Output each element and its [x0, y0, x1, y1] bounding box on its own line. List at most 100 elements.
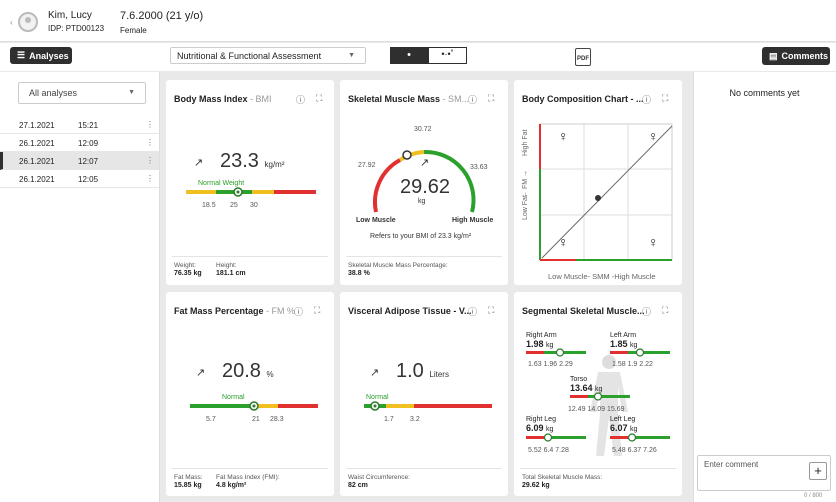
tick-label: 3.2 — [410, 416, 420, 423]
left-leg-value: 6.07 kg — [610, 423, 638, 433]
segmental-card: Segmental Skeletal Muscle... ⓘ ⛶ Right A… — [514, 292, 682, 496]
smm-percentage-info: Skeletal Muscle Mass Percentage: 38.8 % — [348, 262, 448, 277]
row-time: 12:05 — [78, 175, 99, 184]
analyses-button[interactable]: ☰ Analyses — [10, 47, 72, 64]
list-item[interactable]: 26.1.2021 12:05 ⋮ — [0, 170, 159, 188]
right-arm-gauge — [526, 348, 586, 357]
card-title: Body Composition Chart - ... — [522, 94, 644, 104]
bmi-value: 23.3 kg/m² — [220, 150, 285, 172]
tick-label: 18.5 — [202, 202, 216, 209]
left-arm-gauge — [610, 348, 670, 357]
low-muscle-label: Low Muscle — [356, 217, 396, 224]
body-composition-card: Body Composition Chart - ... ⓘ ⛶ ♀ ♀ ♀ ♀… — [514, 80, 682, 285]
patient-name: Kim, Lucy — [48, 10, 92, 21]
high-muscle-label: High Muscle — [452, 217, 494, 224]
waist-info: Waist Circumference: 82 cm — [348, 474, 410, 489]
weight-info: Weight: 76.35 kg — [174, 262, 202, 277]
info-icon[interactable]: ⓘ — [642, 305, 651, 318]
chevron-left-icon[interactable]: ‹ — [10, 18, 13, 27]
right-arm-ticks: 1.63 1.96 2.29 — [528, 361, 573, 368]
expand-icon[interactable]: ⛶ — [662, 305, 668, 316]
person-icon: ♀ — [648, 234, 659, 250]
tick-label: 1.7 — [384, 416, 394, 423]
expand-icon[interactable]: ⛶ — [316, 93, 322, 104]
chevron-down-icon: ▼ — [128, 89, 135, 96]
bmi-card: Body Mass Index - BMI ⓘ ⛶ ↗ 23.3 kg/m² N… — [166, 80, 334, 285]
height-info: Height: 181.1 cm — [216, 262, 246, 277]
total-smm-info: Total Skeletal Muscle Mass: 29.62 kg — [522, 474, 603, 489]
info-icon[interactable]: ⓘ — [468, 305, 477, 318]
comments-label: Comments — [781, 51, 829, 61]
info-icon[interactable]: ⓘ — [296, 93, 305, 106]
comments-button[interactable]: ▤ Comments — [762, 47, 830, 65]
expand-icon[interactable]: ⛶ — [488, 305, 494, 316]
fat-value: 20.8 % — [222, 360, 274, 382]
expand-icon[interactable]: ⛶ — [662, 93, 668, 104]
left-leg-label: Left Leg — [610, 416, 636, 423]
info-icon[interactable]: ⓘ — [642, 93, 651, 106]
row-date: 26.1.2021 — [19, 157, 55, 166]
smm-note: Refers to your BMI of 23.3 kg/m² — [370, 233, 472, 240]
trend-arrow-icon: ↗ — [194, 157, 204, 169]
list-item[interactable]: 26.1.2021 12:09 ⋮ — [0, 134, 159, 152]
view-toggle-trend[interactable]: •·•˚ — [428, 47, 467, 64]
y-high-label: High Fat — [522, 129, 529, 156]
add-comment-button[interactable]: + — [809, 462, 827, 480]
card-title: Fat Mass Percentage - FM % — [174, 306, 296, 316]
y-low-label: Low Fat — [522, 195, 529, 220]
fmi-info: Fat Mass Index (FMI): 4.8 kg/m² — [216, 474, 280, 489]
left-arm-label: Left Arm — [610, 332, 637, 339]
expand-icon[interactable]: ⛶ — [488, 93, 494, 104]
person-icon: ♀ — [558, 128, 569, 144]
trend-arrow-icon: ↗ — [196, 367, 206, 379]
fat-mass-info: Fat Mass: 15.85 kg — [174, 474, 203, 489]
list-item[interactable]: 27.1.2021 15:21 ⋮ — [0, 116, 159, 134]
smm-card: Skeletal Muscle Mass - SM... ⓘ ⛶ 30.72 2… — [340, 80, 508, 285]
list-item-selected[interactable]: 26.1.2021 12:07 ⋮ — [0, 152, 159, 170]
analyses-filter-select[interactable]: All analyses ▼ — [18, 82, 146, 104]
tick-label: 5.7 — [206, 416, 216, 423]
assessment-select[interactable]: Nutritional & Functional Assessment ▼ — [170, 47, 366, 64]
view-toggle-single[interactable]: • — [390, 47, 428, 64]
patient-sex: Female — [120, 26, 147, 35]
more-icon[interactable]: ⋮ — [146, 120, 154, 129]
smm-right-label: 33.63 — [470, 164, 488, 171]
right-leg-label: Right Leg — [526, 416, 556, 423]
smm-value: 29.62 — [400, 176, 451, 198]
no-comments-text: No comments yet — [729, 88, 800, 98]
more-icon[interactable]: ⋮ — [146, 174, 154, 183]
row-time: 12:09 — [78, 139, 99, 148]
card-title: Segmental Skeletal Muscle... — [522, 306, 645, 316]
row-date: 26.1.2021 — [19, 175, 55, 184]
chevron-down-icon: ▼ — [348, 52, 355, 59]
info-icon[interactable]: ⓘ — [294, 305, 303, 318]
smm-top-label: 30.72 — [414, 126, 432, 133]
trend-arrow-icon: ↗ — [370, 367, 380, 379]
info-icon[interactable]: ⓘ — [468, 93, 477, 106]
comments-panel — [693, 72, 836, 502]
row-time: 12:07 — [78, 157, 99, 166]
pdf-icon[interactable]: PDF — [575, 48, 591, 66]
tick-label: 28.3 — [270, 416, 284, 423]
expand-icon[interactable]: ⛶ — [314, 305, 320, 316]
person-icon: ♀ — [558, 234, 569, 250]
card-title: Body Mass Index - BMI — [174, 94, 272, 104]
analyses-label: Analyses — [29, 50, 69, 61]
bmi-gauge — [186, 187, 316, 197]
smm-unit: kg — [418, 198, 426, 205]
torso-ticks: 12.49 14.09 15.69 — [568, 406, 625, 413]
right-leg-ticks: 5.52 6.4 7.28 — [528, 447, 569, 454]
smm-left-label: 27.92 — [358, 162, 376, 169]
patient-dob: 7.6.2000 (21 y/o) — [120, 10, 204, 22]
left-leg-ticks: 5.48 6.37 7.26 — [612, 447, 657, 454]
vat-card: Visceral Adipose Tissue - V... ⓘ ⛶ ↗ 1.0… — [340, 292, 508, 496]
more-icon[interactable]: ⋮ — [146, 156, 154, 165]
comment-char-count: 0 / 800 — [804, 493, 823, 499]
row-time: 15:21 — [78, 121, 99, 130]
trend-arrow-icon: ↗ — [420, 157, 430, 169]
right-arm-label: Right Arm — [526, 332, 557, 339]
more-icon[interactable]: ⋮ — [146, 138, 154, 147]
left-arm-ticks: 1.58 1.9 2.22 — [612, 361, 653, 368]
torso-gauge — [570, 392, 630, 401]
row-date: 27.1.2021 — [19, 121, 55, 130]
